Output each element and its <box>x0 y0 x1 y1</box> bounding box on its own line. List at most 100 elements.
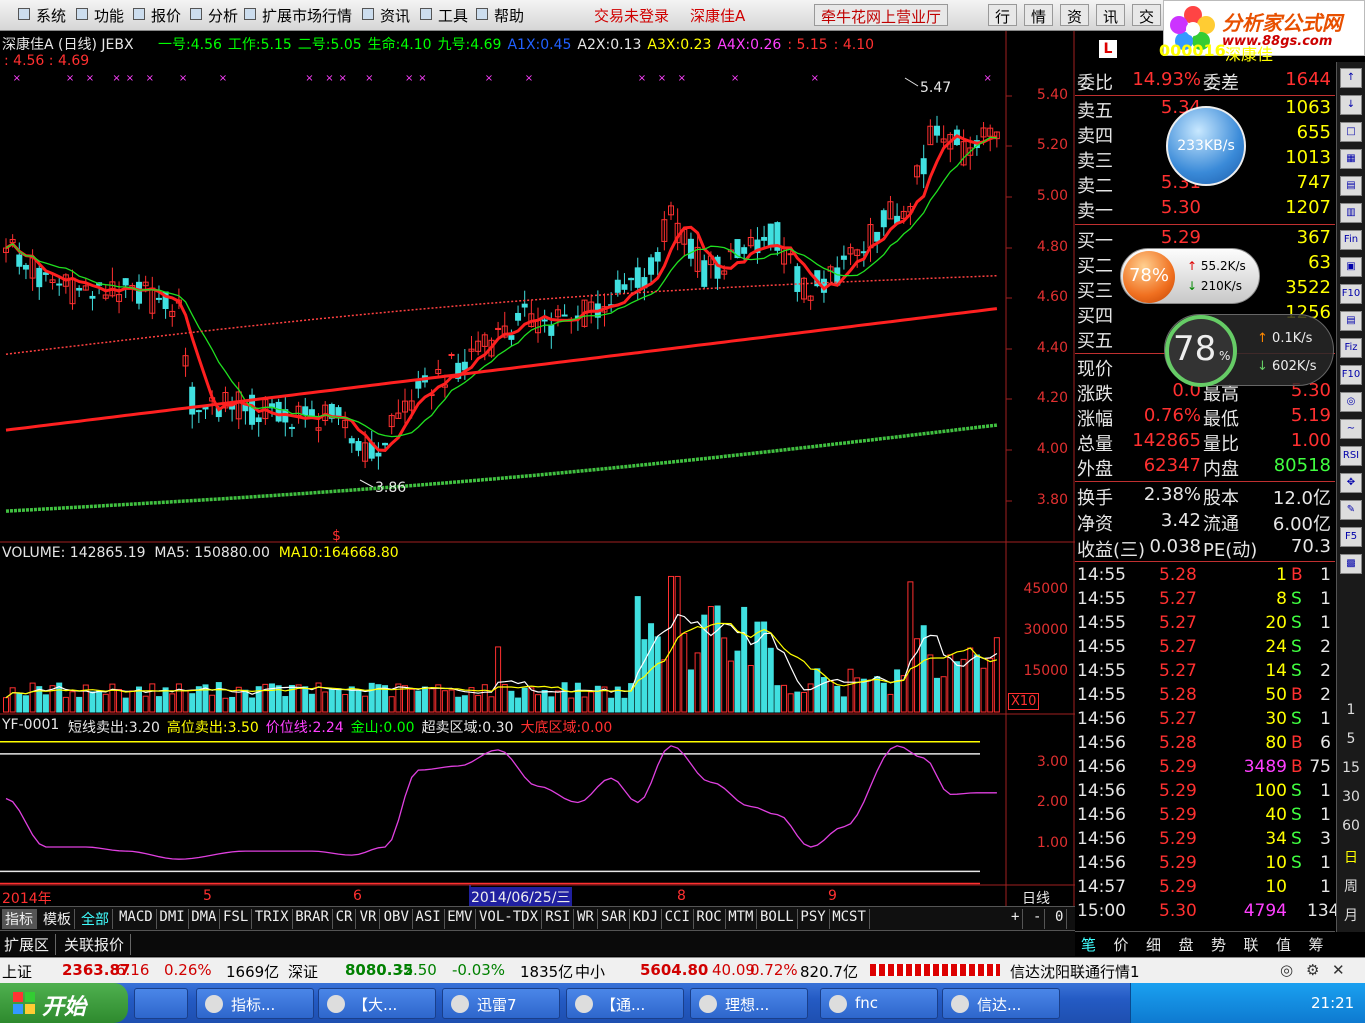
menu-item-analysis[interactable]: 分析 <box>188 5 238 26</box>
indicator-tab-21[interactable]: MTM <box>725 909 758 929</box>
close-icon[interactable]: ✕ <box>1332 961 1345 979</box>
refresh-icon[interactable]: ◎ <box>1280 961 1293 979</box>
indicator-tab-5[interactable]: DMA <box>188 909 221 929</box>
indicator-tab-11[interactable]: OBV <box>381 909 413 929</box>
toolbar-icon-18[interactable]: ▩ <box>1340 554 1362 574</box>
toolbar-icon-4[interactable]: ▤ <box>1340 176 1362 196</box>
tab-market-2[interactable]: 情 <box>1024 4 1054 26</box>
indicator-tab-19[interactable]: CCI <box>662 909 694 929</box>
network-monitor-widget-2[interactable]: 78 % ↑ 0.1K/s ↓ 602K/s <box>1164 314 1334 387</box>
taskbar-button-6[interactable]: 信达... <box>942 988 1060 1019</box>
candle <box>229 396 236 422</box>
toolbar-icon-0[interactable]: ↑ <box>1340 68 1362 88</box>
toolbar-icon-10[interactable]: Fiz <box>1340 338 1362 358</box>
quote-tab-7[interactable]: 筹 <box>1309 934 1324 955</box>
toolbar-icon-13[interactable]: ∼ <box>1340 419 1362 439</box>
menu-item-help[interactable]: 帮助 <box>474 5 524 26</box>
menu-item-extended-market[interactable]: 扩展市场行情 <box>242 5 352 26</box>
quote-tab-3[interactable]: 盘 <box>1179 934 1194 955</box>
volume-bar <box>461 695 468 713</box>
toolbar-icon-17[interactable]: F5 <box>1340 527 1362 547</box>
indicator-tab-17[interactable]: SAR <box>598 909 631 929</box>
trade-login-status[interactable]: 交易未登录 <box>594 5 669 26</box>
network-speed-ball[interactable]: 233KB/s <box>1166 106 1246 186</box>
toolbar-icon-12[interactable]: ◎ <box>1340 392 1362 412</box>
toolbar-icon-5[interactable]: ▥ <box>1340 203 1362 223</box>
indicator-tab-16[interactable]: WR <box>574 909 598 929</box>
period-button-5[interactable]: 日 <box>1340 847 1362 867</box>
network-monitor-widget[interactable]: 78% ↑ 55.2K/s ↓ 210K/s <box>1120 248 1260 304</box>
tab-market-1[interactable]: 行 <box>988 4 1018 26</box>
tab-news-1[interactable]: 资 <box>1060 4 1090 26</box>
toolbar-icon-1[interactable]: ↓ <box>1340 95 1362 115</box>
period-button-1[interactable]: 5 <box>1340 731 1362 747</box>
toolbar-icon-15[interactable]: ✥ <box>1340 473 1362 493</box>
taskbar-button-0[interactable]: 指标... <box>196 988 314 1019</box>
quote-tab-0[interactable]: 笔 <box>1081 934 1096 955</box>
taskbar-button-1[interactable]: 【大... <box>318 988 436 1019</box>
period-button-2[interactable]: 15 <box>1340 760 1362 776</box>
indicator-ctrl-0[interactable]: + <box>1008 909 1024 929</box>
indicator-tab-13[interactable]: EMV <box>444 909 477 929</box>
menu-item-tools[interactable]: 工具 <box>418 5 468 26</box>
menu-item-function[interactable]: 功能 <box>74 5 124 26</box>
period-selector[interactable]: 日线 <box>1022 888 1050 908</box>
toolbar-icon-8[interactable]: F10 <box>1340 284 1362 304</box>
indicator-tab-9[interactable]: CR <box>333 909 357 929</box>
indicator-tab-3[interactable]: MACD <box>116 909 157 929</box>
indicator-ctrl-1[interactable]: - <box>1030 909 1046 929</box>
indicator-tab-4[interactable]: DMI <box>156 909 189 929</box>
broker-hall-button[interactable]: 牵牛花网上营业厅 <box>814 4 949 26</box>
taskbar-button-3[interactable]: 【通... <box>566 988 684 1019</box>
indicator-tab-10[interactable]: VR <box>357 909 381 929</box>
indicator-tab-1[interactable]: 模板 <box>40 909 75 929</box>
toolbar-icon-3[interactable]: ▦ <box>1340 149 1362 169</box>
indicator-tab-0[interactable]: 指标 <box>2 909 37 929</box>
indicator-tab-8[interactable]: BRAR <box>292 909 333 929</box>
indicator-tab-18[interactable]: KDJ <box>630 909 663 929</box>
quote-tab-1[interactable]: 价 <box>1114 934 1129 955</box>
toolbar-icon-9[interactable]: ▤ <box>1340 311 1362 331</box>
indicator-tab-20[interactable]: ROC <box>693 909 726 929</box>
indicator-tab-23[interactable]: PSY <box>797 909 830 929</box>
period-button-3[interactable]: 30 <box>1340 789 1362 805</box>
toolbar-icon-6[interactable]: Fin <box>1340 230 1362 250</box>
toolbar-icon-14[interactable]: RSI <box>1340 446 1362 466</box>
indicator-tab-2[interactable]: 全部 <box>78 909 113 929</box>
tab-related-quote[interactable]: 关联报价 <box>64 934 132 955</box>
taskbar-button-5[interactable]: fnc <box>820 988 938 1019</box>
settings-icon[interactable]: ⚙ <box>1306 961 1319 979</box>
indicator-tab-22[interactable]: BOLL <box>757 909 798 929</box>
indicator-tab-12[interactable]: ASI <box>412 909 445 929</box>
menu-item-system[interactable]: 系统 <box>16 5 66 26</box>
quicklaunch-button[interactable] <box>134 988 188 1019</box>
taskbar-button-2[interactable]: 迅雷7 <box>442 988 560 1019</box>
toolbar-icon-16[interactable]: ✎ <box>1340 500 1362 520</box>
quote-tab-5[interactable]: 联 <box>1244 934 1259 955</box>
toolbar-icon-7[interactable]: ▣ <box>1340 257 1362 277</box>
taskbar-button-4[interactable]: 理想... <box>690 988 808 1019</box>
quote-tab-4[interactable]: 势 <box>1211 934 1226 955</box>
tab-trade[interactable]: 交 <box>1132 4 1162 26</box>
quote-tab-2[interactable]: 细 <box>1146 934 1161 955</box>
period-button-0[interactable]: 1 <box>1340 702 1362 718</box>
menu-item-quote[interactable]: 报价 <box>131 5 181 26</box>
start-button[interactable]: 开始 <box>0 983 128 1023</box>
indicator-tab-7[interactable]: TRIX <box>252 909 293 929</box>
indicator-tab-15[interactable]: RSI <box>542 909 575 929</box>
tab-news-2[interactable]: 讯 <box>1096 4 1126 26</box>
indicator-tab-6[interactable]: FSL <box>220 909 253 929</box>
tab-extension-area[interactable]: 扩展区 <box>4 934 57 955</box>
kline-chart-area[interactable]: × × × × × × × × × × × × × × × × × × × × × × 5.47 3.86 $ <box>0 31 1075 906</box>
toolbar-icon-11[interactable]: F10 <box>1340 365 1362 385</box>
menu-item-news[interactable]: 资讯 <box>360 5 410 26</box>
period-button-7[interactable]: 月 <box>1340 905 1362 925</box>
period-button-4[interactable]: 60 <box>1340 818 1362 834</box>
quote-tab-6[interactable]: 值 <box>1276 934 1291 955</box>
period-button-6[interactable]: 周 <box>1340 876 1362 896</box>
indicator-tab-24[interactable]: MCST <box>829 909 870 929</box>
indicator-tab-14[interactable]: VOL-TDX <box>476 909 543 929</box>
indicator-ctrl-2[interactable]: 0 <box>1052 909 1068 929</box>
toolbar-icon-2[interactable]: □ <box>1340 122 1362 142</box>
candle <box>49 273 56 290</box>
